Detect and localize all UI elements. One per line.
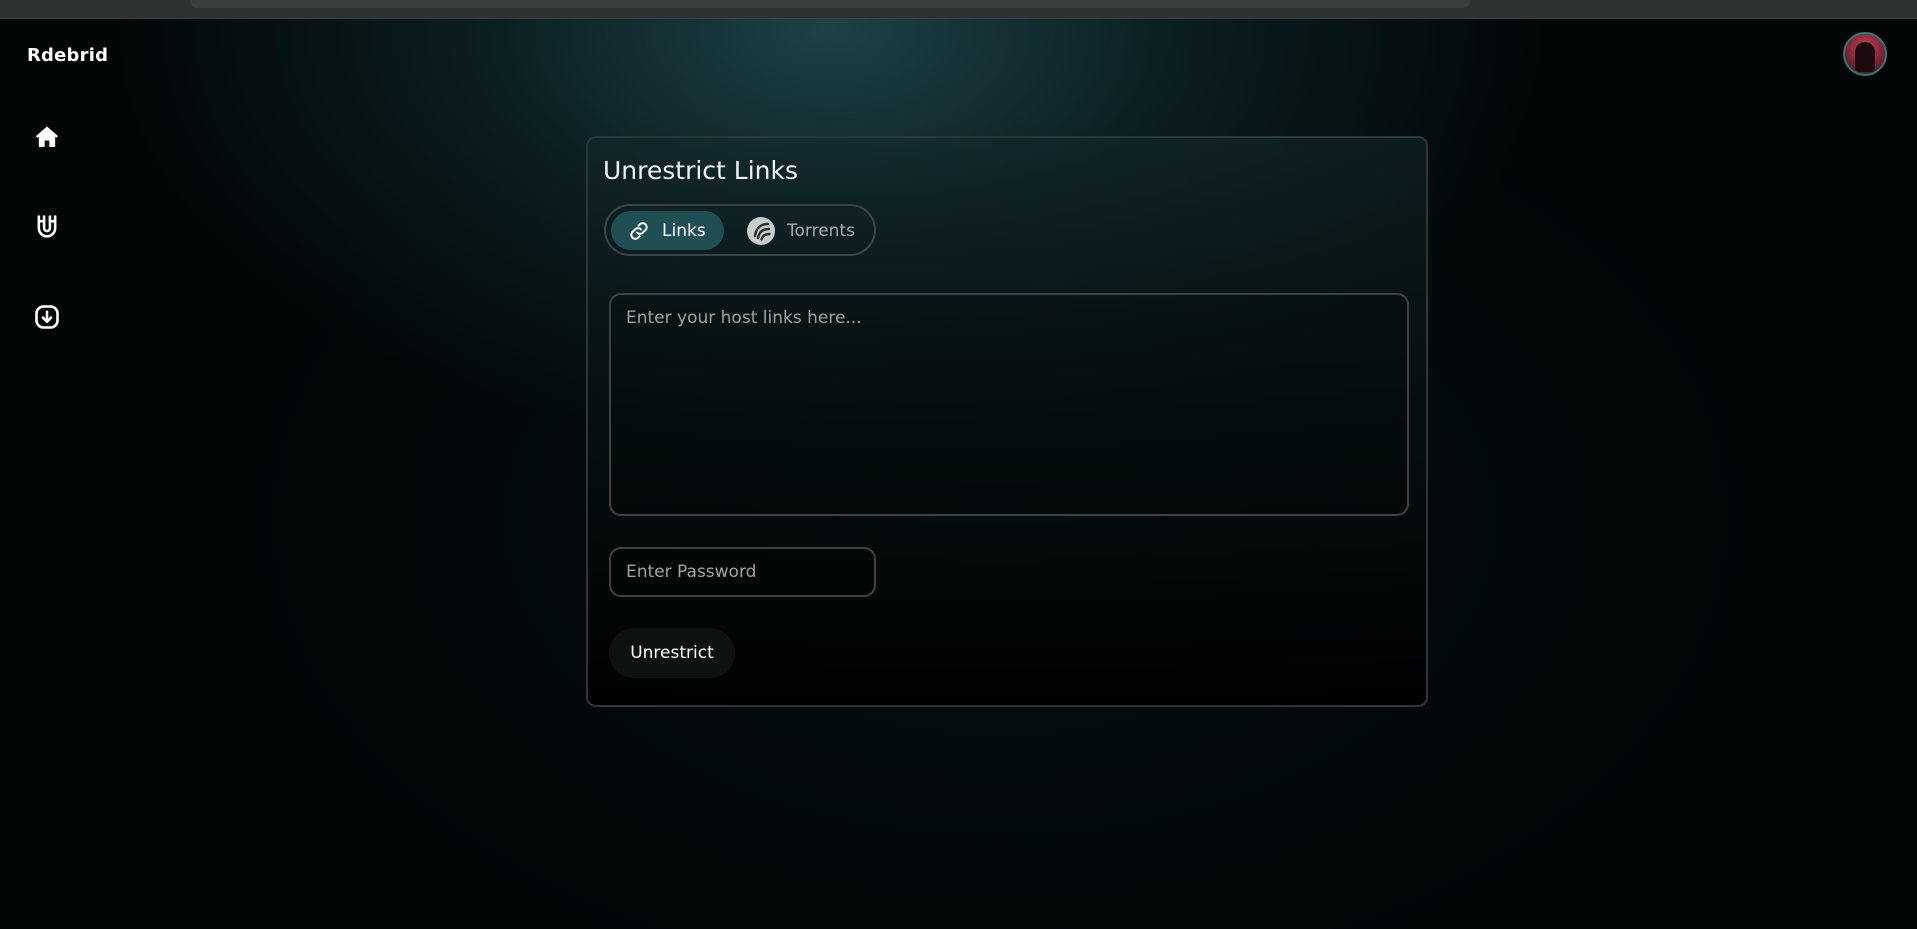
download-icon (33, 303, 61, 336)
host-links-input[interactable] (609, 293, 1409, 516)
sidebar-item-home[interactable] (30, 122, 64, 156)
card-title: Unrestrict Links (603, 156, 799, 185)
user-avatar[interactable] (1843, 32, 1887, 76)
browser-address-bar[interactable] (190, 0, 1470, 8)
password-field[interactable] (609, 547, 876, 597)
tab-torrents-label: Torrents (787, 220, 855, 241)
browser-top-strip (0, 0, 1917, 19)
tab-links[interactable]: Links (611, 211, 724, 250)
unrestrict-card: Unrestrict Links Links Torrents Enter yo… (586, 136, 1428, 707)
sidebar-nav (30, 122, 64, 392)
avatar-figure (1855, 42, 1875, 72)
tab-switcher: Links Torrents (604, 204, 876, 256)
torrent-icon (746, 216, 776, 246)
sidebar-item-magnet[interactable] (30, 212, 64, 246)
unrestrict-button[interactable]: Unrestrict (609, 628, 735, 678)
app-brand[interactable]: Rdebrid (27, 45, 108, 66)
magnet-icon (33, 213, 61, 246)
tab-torrents[interactable]: Torrents (736, 211, 866, 250)
link-icon (627, 219, 651, 243)
home-icon (33, 123, 61, 156)
sidebar-item-downloads[interactable] (30, 302, 64, 336)
tab-links-label: Links (662, 220, 706, 241)
